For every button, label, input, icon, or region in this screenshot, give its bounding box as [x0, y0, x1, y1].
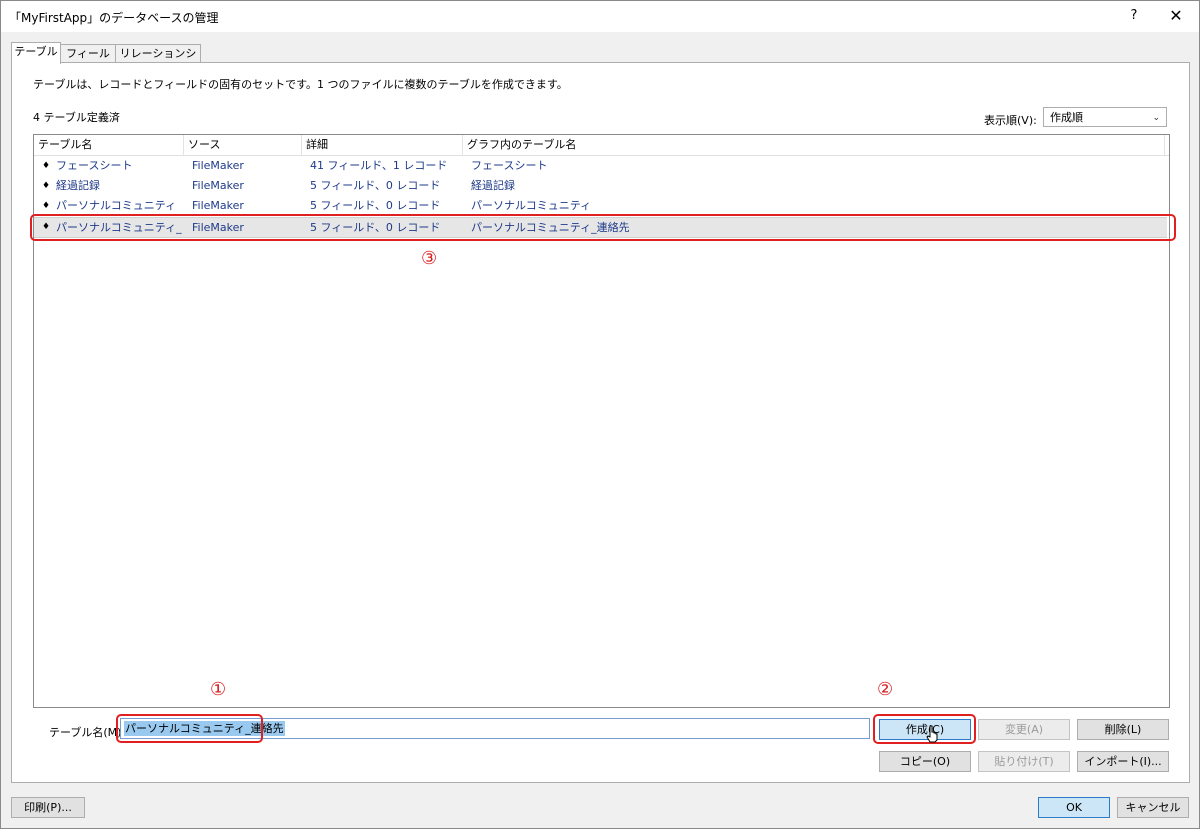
column-header-source[interactable]: ソース	[184, 135, 302, 155]
tab-fields[interactable]: フィールド	[60, 44, 116, 78]
row-graph-name: フェースシート	[471, 159, 548, 172]
paste-button[interactable]: 貼り付け(T)	[978, 751, 1070, 772]
table-name-label: テーブル名(M):	[49, 726, 126, 739]
change-button[interactable]: 変更(A)	[978, 719, 1070, 740]
row-source: FileMaker	[192, 159, 244, 172]
panel-description: テーブルは、レコードとフィールドの固有のセットです。1 つのファイルに複数のテー…	[33, 78, 568, 91]
close-button[interactable]: ✕	[1161, 3, 1191, 29]
cancel-button[interactable]: キャンセル	[1117, 797, 1189, 818]
print-button[interactable]: 印刷(P)...	[11, 797, 85, 818]
row-detail: 5 フィールド、0 レコード	[310, 199, 441, 212]
sort-order-select[interactable]: 作成順 ⌄	[1043, 107, 1167, 127]
column-header-detail[interactable]: 詳細	[302, 135, 463, 155]
row-graph-name: 経過記録	[471, 179, 515, 192]
annotation-box-selected-row	[30, 214, 1176, 241]
import-button[interactable]: インポート(I)...	[1077, 751, 1169, 772]
manage-database-dialog: 「MyFirstApp」のデータベースの管理 ? ✕ テーブル フィールド リレ…	[0, 0, 1200, 829]
row-source: FileMaker	[192, 199, 244, 212]
annotation-marker-1: ①	[210, 679, 227, 700]
row-detail: 5 フィールド、0 レコード	[310, 179, 441, 192]
row-table-name: パーソナルコミュニティ	[56, 199, 177, 212]
tab-tables[interactable]: テーブル	[11, 42, 61, 64]
table-row[interactable]: ♦ フェースシート FileMaker 41 フィールド、1 レコード フェース…	[34, 156, 1167, 176]
annotation-marker-2: ②	[877, 679, 894, 700]
help-button[interactable]: ?	[1119, 3, 1149, 29]
annotation-box-name-input	[116, 714, 263, 743]
window-title: 「MyFirstApp」のデータベースの管理	[9, 11, 219, 25]
row-graph-name: パーソナルコミュニティ	[471, 199, 592, 212]
column-header-graph-name[interactable]: グラフ内のテーブル名	[463, 135, 1165, 155]
table-row[interactable]: ♦ パーソナルコミュニティ FileMaker 5 フィールド、0 レコード パ…	[34, 196, 1167, 216]
chevron-down-icon: ⌄	[1152, 113, 1160, 123]
table-count: 4 テーブル定義済	[33, 111, 120, 124]
row-detail: 41 フィールド、1 レコード	[310, 159, 448, 172]
sort-order-label: 表示順(V):	[984, 114, 1037, 127]
tab-relationships[interactable]: リレーションシップ	[115, 44, 201, 78]
updown-arrows-icon[interactable]: ♦	[42, 176, 50, 196]
updown-arrows-icon[interactable]: ♦	[42, 156, 50, 176]
copy-button[interactable]: コピー(O)	[879, 751, 971, 772]
annotation-box-create-button	[873, 714, 976, 744]
list-header: テーブル名 ソース 詳細 グラフ内のテーブル名	[34, 135, 1169, 156]
ok-button[interactable]: OK	[1038, 797, 1110, 818]
tables-panel: テーブルは、レコードとフィールドの固有のセットです。1 つのファイルに複数のテー…	[11, 62, 1190, 783]
row-table-name: フェースシート	[56, 159, 133, 172]
delete-button[interactable]: 削除(L)	[1077, 719, 1169, 740]
row-table-name: 経過記録	[56, 179, 100, 192]
annotation-marker-3: ③	[421, 248, 438, 269]
title-bar: 「MyFirstApp」のデータベースの管理 ? ✕	[1, 1, 1199, 32]
hand-pointer-cursor-icon	[926, 725, 938, 743]
updown-arrows-icon[interactable]: ♦	[42, 196, 50, 216]
table-row[interactable]: ♦ 経過記録 FileMaker 5 フィールド、0 レコード 経過記録	[34, 176, 1167, 196]
row-source: FileMaker	[192, 179, 244, 192]
sort-order-value: 作成順	[1050, 111, 1083, 124]
column-header-table-name[interactable]: テーブル名	[34, 135, 184, 155]
